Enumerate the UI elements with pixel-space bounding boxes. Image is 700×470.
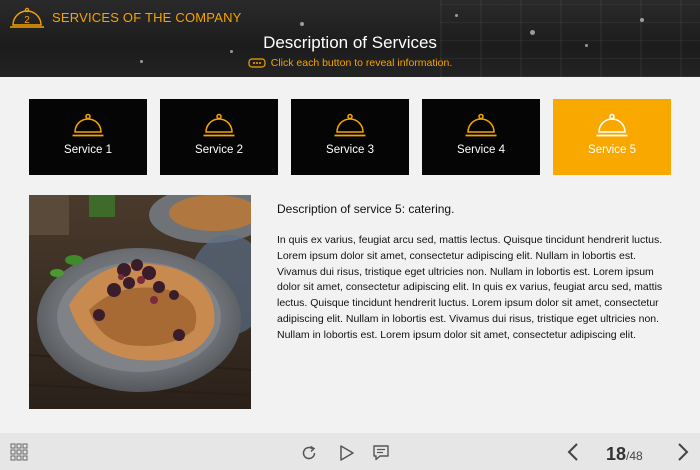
course-badge-number: 2	[24, 15, 30, 26]
current-page: 18	[606, 444, 627, 464]
service-button-label: Service 4	[457, 144, 505, 156]
replay-icon[interactable]	[300, 444, 318, 462]
service-button-label: Service 1	[64, 144, 112, 156]
service-button-2[interactable]: Service 2	[160, 99, 278, 175]
cloche-icon	[596, 113, 628, 137]
service-button-label: Service 2	[195, 144, 243, 156]
notes-icon[interactable]	[372, 444, 390, 462]
cloche-icon	[334, 113, 366, 137]
grid-menu-icon[interactable]	[10, 443, 28, 461]
course-title: SERVICES OF THE COMPANY	[52, 10, 242, 25]
service-photo	[29, 195, 251, 409]
page-title: Description of Services	[263, 33, 437, 52]
play-icon[interactable]	[338, 444, 356, 462]
cloche-icon	[465, 113, 497, 137]
chevron-right-icon[interactable]	[676, 442, 690, 462]
service-button-4[interactable]: Service 4	[422, 99, 540, 175]
page-counter: 18/48	[606, 444, 643, 465]
service-button-3[interactable]: Service 3	[291, 99, 409, 175]
service-button-label: Service 5	[588, 144, 636, 156]
service-description-body: In quis ex varius, feugiat arcu sed, mat…	[277, 234, 663, 341]
header-light	[300, 22, 304, 26]
cloche-icon	[203, 113, 235, 137]
catering-food-image	[29, 195, 251, 409]
cloche-icon	[72, 113, 104, 137]
header-light	[640, 18, 644, 22]
service-button-1[interactable]: Service 1	[29, 99, 147, 175]
speech-bubble-icon	[248, 58, 266, 68]
service-button-5[interactable]: Service 5	[553, 99, 671, 175]
total-pages: /48	[626, 449, 643, 463]
chevron-left-icon[interactable]	[566, 442, 580, 462]
header-light	[455, 14, 458, 17]
header-bar: 2 SERVICES OF THE COMPANY Description of…	[0, 0, 700, 77]
service-description-title: Description of service 5: catering.	[277, 202, 455, 216]
service-button-label: Service 3	[326, 144, 374, 156]
course-badge-cloche-icon: 2	[10, 7, 44, 28]
instruction-hint: Click each button to reveal information.	[0, 57, 700, 69]
instruction-hint-text: Click each button to reveal information.	[270, 57, 453, 69]
